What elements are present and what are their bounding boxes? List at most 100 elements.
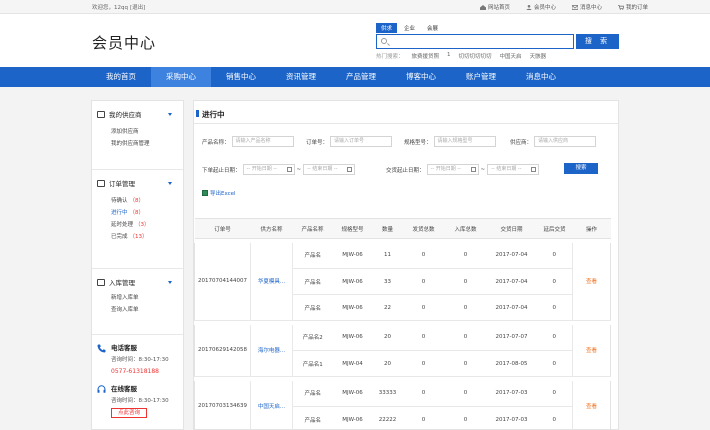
search-input[interactable]: [391, 37, 571, 47]
hot-search-word[interactable]: 天骸器: [530, 52, 547, 60]
nav-item-home[interactable]: 我的首页: [91, 67, 151, 87]
sidebar-item-pending[interactable]: 待确认 （8）: [92, 195, 183, 207]
delivery-date-end-input[interactable]: -- 结束日期 --: [487, 164, 540, 175]
phone-service: 电话客服 咨询时间：8:30-17:30 0577-61318188: [92, 342, 183, 377]
order-number: 20170629142058: [194, 324, 251, 377]
filter-label: 供应商：: [510, 139, 533, 146]
logout-link[interactable]: [退出]: [130, 5, 145, 11]
orders-table: 订单号 供方名称 产品名称 规格型号 数量 发货总数 入库总数 交货日期 延后交…: [194, 218, 611, 430]
calendar-icon: [531, 167, 537, 172]
shipped-total: 0: [402, 242, 445, 269]
column-header: 供方名称: [250, 218, 293, 239]
hot-search-word[interactable]: 旅费援贷照: [412, 52, 440, 60]
product-name: 产品名: [292, 406, 333, 430]
view-link[interactable]: 查看: [572, 324, 611, 377]
nav-item-blog[interactable]: 博客中心: [391, 67, 451, 87]
sidebar-item-delayed[interactable]: 延时处理 （3）: [92, 219, 183, 231]
divider: [194, 123, 618, 124]
sidebar-item-query-inbound[interactable]: 查询入库单: [92, 304, 183, 316]
sidebar-group-header[interactable]: 入库管理: [92, 275, 183, 291]
sidebar-item-in-progress[interactable]: 进行中 （8）: [92, 207, 183, 219]
filter-product-name: 产品名称： 请输入产品名称: [202, 136, 294, 147]
filter-label: 规格型号：: [404, 139, 432, 146]
view-link[interactable]: 查看: [572, 242, 611, 321]
nav-item-news[interactable]: 资讯管理: [271, 67, 331, 87]
home-icon: [479, 5, 486, 10]
top-link-member[interactable]: 会员中心: [526, 3, 556, 11]
sidebar-item-completed[interactable]: 已完成 （13）: [92, 231, 183, 243]
search-tab-company[interactable]: 企业: [399, 23, 420, 33]
hot-search-word[interactable]: 中国天启: [500, 52, 522, 60]
view-link[interactable]: 查看: [572, 380, 611, 430]
nav-item-account[interactable]: 账户管理: [451, 67, 511, 87]
export-label: 导出Excel: [210, 191, 236, 197]
count-badge: （13）: [129, 234, 148, 240]
delivery-date: 2017-07-04: [486, 294, 537, 321]
product-name: 产品名2: [292, 324, 333, 351]
order-date-start-input[interactable]: -- 开始日期 --: [242, 164, 295, 175]
welcome-label: 欢迎您，12qq: [92, 5, 128, 11]
column-header: 入库总数: [444, 218, 487, 239]
cart-icon: [617, 5, 625, 10]
range-separator: ~: [480, 166, 486, 173]
search-tab-exhibition[interactable]: 会展: [422, 23, 443, 33]
hot-search-word[interactable]: 1: [447, 52, 451, 60]
top-link-home[interactable]: 网站首页: [479, 3, 510, 11]
top-link-label: 会员中心: [533, 5, 556, 11]
date-placeholder: -- 开始日期 --: [430, 166, 461, 172]
search-tab-supply[interactable]: 供求: [376, 23, 398, 33]
spec-input[interactable]: 请输入规格型号: [433, 136, 496, 147]
product-name: 产品名: [292, 268, 333, 295]
order-no-input[interactable]: 请输入订单号: [330, 136, 393, 147]
sidebar-group-header[interactable]: 我的供应商: [92, 107, 183, 123]
sidebar-item-manage-suppliers[interactable]: 我的供应商管理: [92, 138, 183, 150]
top-link-label: 网站首页: [487, 5, 510, 11]
main-nav: 我的首页 采购中心 销售中心 资讯管理 产品管理 博客中心 账户管理 消息中心: [0, 67, 710, 87]
phone-service-hours: 咨询时间：8:30-17:30: [111, 357, 169, 363]
shipped-total: 0: [402, 406, 445, 430]
delivery-date-start-input[interactable]: -- 开始日期 --: [426, 164, 479, 175]
export-excel-button[interactable]: 导出Excel: [202, 189, 236, 197]
nav-item-messages[interactable]: 消息中心: [511, 67, 571, 87]
column-header: 订单号: [194, 218, 251, 239]
nav-item-products[interactable]: 产品管理: [331, 67, 391, 87]
sidebar-item-label: 待确认: [111, 198, 128, 204]
supplier-input[interactable]: 请输入供应商: [534, 136, 597, 147]
sidebar-item-new-inbound[interactable]: 新增入库单: [92, 292, 183, 304]
product-name: 产品名: [292, 380, 333, 407]
nav-item-purchase[interactable]: 采购中心: [151, 67, 211, 87]
delivery-date: 2017-07-04: [486, 268, 537, 295]
product-name: 产品名: [292, 242, 333, 269]
top-link-orders[interactable]: 我的订单: [617, 3, 648, 11]
nav-item-sales[interactable]: 销售中心: [211, 67, 271, 87]
delivery-date: 2017-07-07: [486, 324, 537, 351]
filter-order-date: 下单起止日期： -- 开始日期 -- ~ -- 结束日期 --: [202, 164, 356, 175]
sidebar-item-add-supplier[interactable]: 添加供应商: [92, 126, 183, 138]
spec: MJW-06: [332, 324, 373, 351]
top-link-label: 我的订单: [625, 5, 648, 11]
spec: MJW-06: [332, 268, 373, 295]
delivery-date: 2017-07-04: [486, 242, 537, 269]
top-link-messages[interactable]: 消息中心: [571, 3, 602, 11]
supplier-link[interactable]: 华夏模具...: [250, 242, 293, 321]
sidebar-group-header[interactable]: 订单管理: [92, 176, 183, 192]
delivery-date: 2017-07-03: [486, 380, 537, 407]
caret-down-icon: [168, 182, 172, 185]
stocked-total: 0: [444, 350, 487, 377]
consult-button[interactable]: 点此咨询: [111, 408, 148, 418]
supplier-link[interactable]: 中国天启...: [250, 380, 293, 430]
order-icon: [97, 180, 105, 187]
table-row: 20170629142058 海尔电器... 产品名2 MJW-06 20 0 …: [194, 324, 611, 377]
date-placeholder: -- 结束日期 --: [491, 166, 522, 172]
product-name-input[interactable]: 请输入产品名称: [231, 136, 294, 147]
supplier-link[interactable]: 海尔电器...: [250, 324, 293, 377]
filter-search-button[interactable]: 搜索: [564, 163, 598, 174]
search-button[interactable]: 搜 索: [576, 34, 619, 49]
hot-search-word[interactable]: 切切切切切切: [459, 52, 492, 60]
column-header: 数量: [372, 218, 403, 239]
filter-supplier: 供应商： 请输入供应商: [510, 136, 597, 147]
delay: 0: [536, 268, 573, 295]
excel-icon: [202, 190, 208, 196]
order-date-end-input[interactable]: -- 结束日期 --: [303, 164, 356, 175]
stocked-total: 0: [444, 406, 487, 430]
